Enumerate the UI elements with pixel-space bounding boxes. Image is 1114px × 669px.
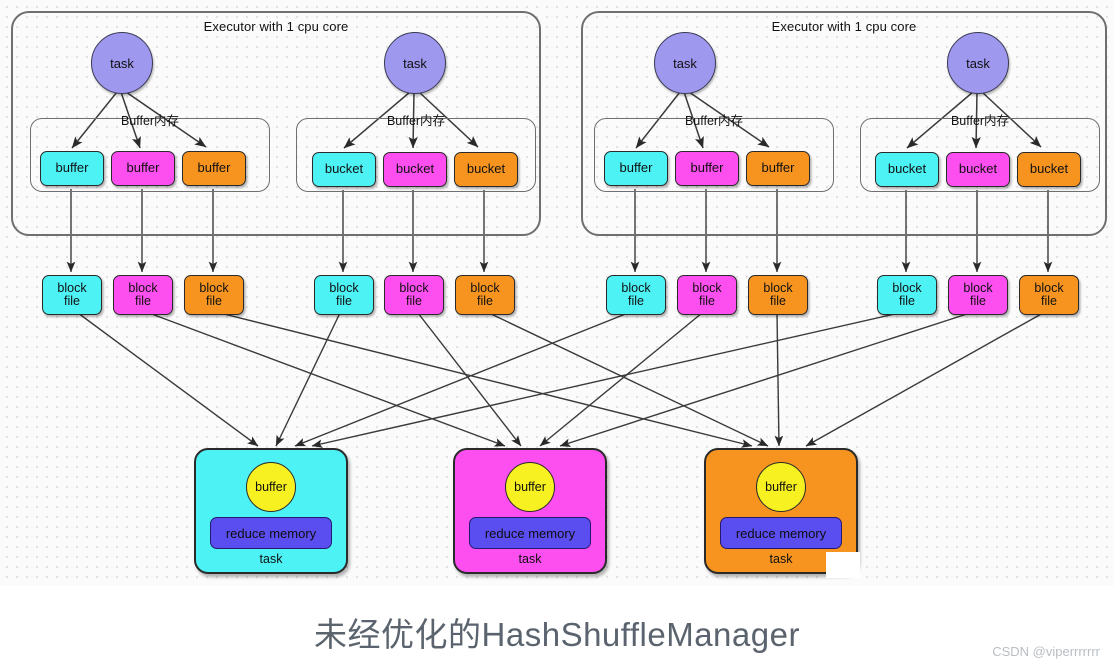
buffer-cell-orange-2[interactable]: buffer [746,151,810,186]
bucket-cell-label: bucket [958,161,998,177]
buffer-cell-magenta-1[interactable]: buffer [111,151,175,186]
image-occlusion-patch [826,552,860,578]
reduce-task-label-cyan: task [259,552,283,566]
reduce-buffer-label: buffer [514,480,546,494]
reduce-buffer-label: buffer [765,480,797,494]
bucket-cell-magenta-1[interactable]: bucket [383,152,447,187]
buffer-group-label-4: Buffer内存 [950,114,1010,128]
bucket-cell-cyan-2[interactable]: bucket [875,152,939,187]
block-file-5[interactable]: block file [384,275,444,315]
block-file-10[interactable]: block file [877,275,937,315]
block-file-line2: file [135,294,151,308]
reduce-buffer-circle-orange: buffer [756,462,806,512]
block-file-line2: file [1041,294,1057,308]
block-file-6[interactable]: block file [455,275,515,315]
bucket-cell-label: bucket [887,161,927,177]
bucket-cell-orange-1[interactable]: bucket [454,152,518,187]
buffer-cell-label: buffer [197,160,231,176]
block-file-line2: file [406,294,422,308]
bucket-cell-magenta-2[interactable]: bucket [946,152,1010,187]
buffer-group-label-1: Buffer内存 [120,114,180,128]
block-file-line2: file [970,294,986,308]
block-file-4[interactable]: block file [314,275,374,315]
buffer-cell-cyan-1[interactable]: buffer [40,151,104,186]
executor-title-1: Executor with 1 cpu core [203,19,349,34]
map-task-circle-2[interactable]: task [384,32,446,94]
buffer-cell-label: buffer [690,160,724,176]
block-file-line2: file [770,294,786,308]
bucket-cell-label: bucket [324,161,364,177]
block-file-line2: file [699,294,715,308]
reduce-task-magenta[interactable]: buffer reduce memory task [453,448,607,574]
map-task-label: task [966,55,990,71]
buffer-group-label-2: Buffer内存 [386,114,446,128]
reduce-memory-label: reduce memory [484,525,576,541]
block-file-line2: file [64,294,80,308]
block-file-line2: file [628,294,644,308]
buffer-cell-cyan-2[interactable]: buffer [604,151,668,186]
block-file-12[interactable]: block file [1019,275,1079,315]
reduce-task-cyan[interactable]: buffer reduce memory task [194,448,348,574]
reduce-buffer-label: buffer [255,480,287,494]
buffer-cell-orange-1[interactable]: buffer [182,151,246,186]
reduce-memory-box-cyan: reduce memory [210,517,332,549]
buffer-group-label-3: Buffer内存 [684,114,744,128]
reduce-task-label-magenta: task [518,552,542,566]
watermark: CSDN @viperrrrrrr [992,644,1100,659]
map-task-circle-3[interactable]: task [654,32,716,94]
map-task-label: task [403,55,427,71]
buffer-cell-label: buffer [126,160,160,176]
bucket-cell-label: bucket [1029,161,1069,177]
figure-caption: 未经优化的HashShuffleManager [314,616,800,653]
block-file-8[interactable]: block file [677,275,737,315]
reduce-memory-box-orange: reduce memory [720,517,842,549]
buffer-cell-label: buffer [761,160,795,176]
map-task-label: task [110,55,134,71]
block-file-2[interactable]: block file [113,275,173,315]
block-file-7[interactable]: block file [606,275,666,315]
block-file-3[interactable]: block file [184,275,244,315]
block-file-line2: file [336,294,352,308]
map-task-circle-4[interactable]: task [947,32,1009,94]
reduce-memory-box-magenta: reduce memory [469,517,591,549]
block-file-11[interactable]: block file [948,275,1008,315]
executor-title-2: Executor with 1 cpu core [771,19,917,34]
bucket-cell-label: bucket [395,161,435,177]
map-task-circle-1[interactable]: task [91,32,153,94]
bucket-cell-orange-2[interactable]: bucket [1017,152,1081,187]
reduce-memory-label: reduce memory [735,525,827,541]
map-task-label: task [673,55,697,71]
block-file-line2: file [899,294,915,308]
bucket-cell-label: bucket [466,161,506,177]
bucket-cell-cyan-1[interactable]: bucket [312,152,376,187]
block-file-line2: file [477,294,493,308]
block-file-line2: file [206,294,222,308]
reduce-buffer-circle-magenta: buffer [505,462,555,512]
reduce-memory-label: reduce memory [225,525,317,541]
buffer-cell-label: buffer [619,160,653,176]
reduce-buffer-circle-cyan: buffer [246,462,296,512]
buffer-cell-label: buffer [55,160,89,176]
block-file-9[interactable]: block file [748,275,808,315]
buffer-cell-magenta-2[interactable]: buffer [675,151,739,186]
block-file-1[interactable]: block file [42,275,102,315]
